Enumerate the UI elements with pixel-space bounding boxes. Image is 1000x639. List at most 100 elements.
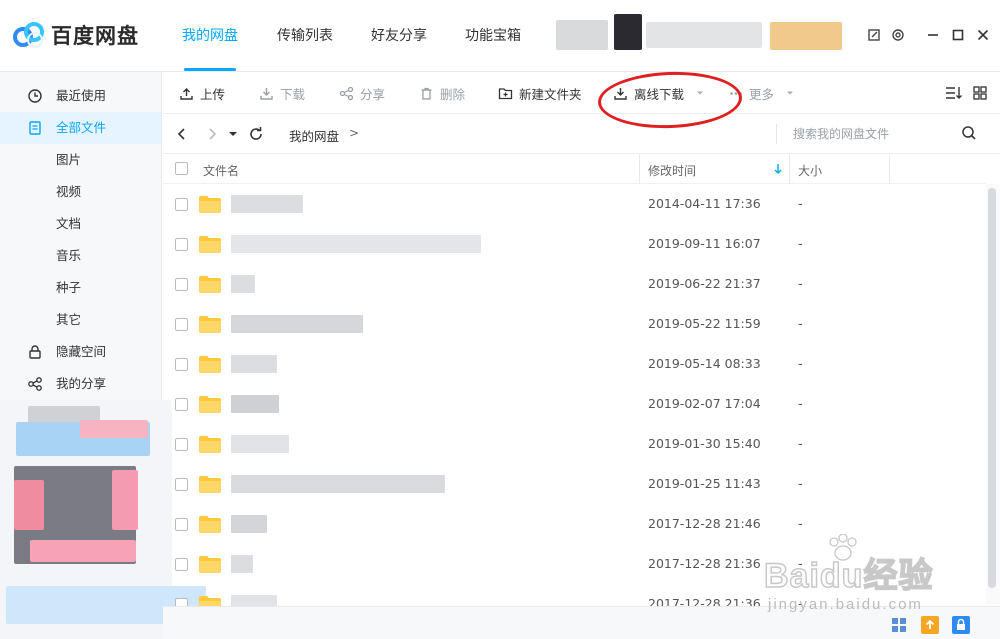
folder-icon (199, 436, 221, 453)
delete-label: 删除 (440, 86, 466, 102)
sidebar-item-my-shares[interactable]: 我的分享 (0, 368, 161, 400)
upload-transfer-icon[interactable] (921, 616, 939, 634)
more-button[interactable]: 更多 (729, 84, 800, 102)
blurred-file-name[interactable] (231, 435, 289, 453)
blurred-file-name[interactable] (231, 235, 481, 253)
blurred-file-name[interactable] (231, 195, 303, 213)
row-modified-time: 2017-12-28 21:46 (648, 516, 761, 531)
breadcrumb-root[interactable]: 我的网盘 (289, 126, 339, 145)
refresh-icon[interactable] (247, 125, 265, 143)
search-input[interactable] (793, 123, 953, 145)
forward-arrow-icon[interactable] (203, 125, 221, 143)
blurred-file-name[interactable] (231, 475, 445, 493)
row-checkbox[interactable] (175, 438, 188, 451)
close-icon[interactable] (975, 27, 991, 43)
sidebar-item-documents[interactable]: 文档 (0, 208, 161, 240)
upload-arrow-icon (925, 619, 935, 629)
tab-friend-share[interactable]: 好友分享 (371, 26, 427, 48)
column-modified[interactable]: 修改时间 (648, 162, 696, 179)
toolbar: 上传 下载 分享 删除 新建文件夹 离线下载 更多 (163, 72, 1000, 114)
row-checkbox[interactable] (175, 518, 188, 531)
file-list-header: 文件名 修改时间 大小 (163, 154, 986, 184)
blurred-file-name[interactable] (231, 315, 363, 333)
row-size: - (798, 196, 803, 211)
row-modified-time: 2019-09-11 16:07 (648, 236, 761, 251)
back-arrow-icon[interactable] (173, 125, 191, 143)
table-row[interactable]: 2017-12-28 21:36 - (163, 544, 986, 584)
minimize-icon[interactable] (925, 27, 941, 43)
blurred-file-name[interactable] (231, 555, 253, 573)
download-label: 下载 (280, 86, 306, 102)
row-checkbox[interactable] (175, 238, 188, 251)
settings-icon[interactable] (891, 28, 905, 42)
row-checkbox[interactable] (175, 358, 188, 371)
folder-icon (199, 476, 221, 493)
offline-download-button[interactable]: 离线下载 (613, 84, 710, 102)
chevron-down-icon (787, 91, 794, 95)
row-checkbox[interactable] (175, 558, 188, 571)
column-size[interactable]: 大小 (798, 162, 822, 179)
upload-button[interactable]: 上传 (179, 84, 225, 102)
table-row[interactable]: 2019-06-22 21:37 - (163, 264, 986, 304)
table-row[interactable]: 2019-05-22 11:59 - (163, 304, 986, 344)
row-checkbox[interactable] (175, 398, 188, 411)
table-row[interactable]: 2019-01-30 15:40 - (163, 424, 986, 464)
table-row[interactable]: 2019-01-25 11:43 - (163, 464, 986, 504)
new-folder-button[interactable]: 新建文件夹 (498, 84, 582, 102)
row-size: - (798, 396, 803, 411)
sidebar-item-label: 音乐 (56, 248, 82, 263)
column-divider (889, 154, 890, 184)
blurred-avatar[interactable] (614, 14, 642, 50)
search-icon[interactable] (961, 125, 977, 141)
cloud-logo-icon (13, 22, 44, 48)
sidebar-item-images[interactable]: 图片 (0, 144, 161, 176)
sidebar-item-label: 种子 (56, 280, 82, 295)
title-bar: 百度网盘 我的网盘 传输列表 好友分享 功能宝箱 (0, 0, 1000, 72)
sidebar-item-videos[interactable]: 视频 (0, 176, 161, 208)
row-checkbox[interactable] (175, 318, 188, 331)
row-checkbox[interactable] (175, 278, 188, 291)
more-dots-icon (730, 91, 742, 95)
select-all-checkbox[interactable] (175, 162, 188, 175)
column-name[interactable]: 文件名 (203, 162, 239, 179)
row-modified-time: 2019-05-22 11:59 (648, 316, 761, 331)
tab-my-drive[interactable]: 我的网盘 (182, 26, 238, 48)
tab-transfer-list[interactable]: 传输列表 (277, 26, 333, 48)
folder-icon (199, 516, 221, 533)
row-modified-time: 2019-02-07 17:04 (648, 396, 761, 411)
row-checkbox[interactable] (175, 478, 188, 491)
scrollbar-thumb[interactable] (988, 188, 996, 588)
sidebar-item-hidden-space[interactable]: 隐藏空间 (0, 336, 161, 368)
blurred-file-name[interactable] (231, 355, 277, 373)
maximize-icon[interactable] (950, 27, 966, 43)
table-row[interactable]: 2019-05-14 08:33 - (163, 344, 986, 384)
table-row[interactable]: 2014-04-11 17:36 - (163, 184, 986, 224)
sidebar-item-torrents[interactable]: 种子 (0, 272, 161, 304)
share-button[interactable]: 分享 (339, 84, 385, 102)
table-row[interactable]: 2019-09-11 16:07 - (163, 224, 986, 264)
blurred-vip-badge[interactable] (770, 22, 842, 50)
sidebar-item-all-files[interactable]: 全部文件 (0, 112, 161, 144)
table-row[interactable]: 2019-02-07 17:04 - (163, 384, 986, 424)
blurred-file-name[interactable] (231, 395, 279, 413)
lock-safe-icon[interactable] (952, 616, 970, 634)
row-modified-time: 2019-05-14 08:33 (648, 356, 761, 371)
download-button[interactable]: 下载 (259, 84, 305, 102)
pin-icon[interactable] (867, 28, 881, 42)
blurred-file-name[interactable] (231, 275, 255, 293)
sidebar-item-music[interactable]: 音乐 (0, 240, 161, 272)
sidebar-item-other[interactable]: 其它 (0, 304, 161, 336)
sort-icon[interactable] (945, 85, 963, 101)
upload-label: 上传 (200, 86, 226, 102)
delete-button[interactable]: 删除 (419, 84, 465, 102)
row-checkbox[interactable] (175, 198, 188, 211)
grid-view-icon[interactable] (972, 85, 988, 101)
table-row[interactable]: 2017-12-28 21:46 - (163, 504, 986, 544)
row-size: - (798, 516, 803, 531)
blurred-file-name[interactable] (231, 515, 267, 533)
history-dropdown-icon[interactable] (227, 125, 239, 143)
apps-grid-icon[interactable] (890, 616, 908, 634)
tab-toolbox[interactable]: 功能宝箱 (465, 26, 521, 48)
column-divider (789, 154, 790, 184)
sidebar-item-recent[interactable]: 最近使用 (0, 80, 161, 112)
